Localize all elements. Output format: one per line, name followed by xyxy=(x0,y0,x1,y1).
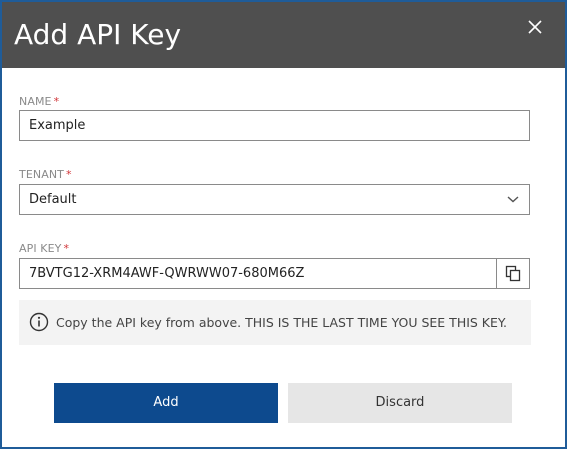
tenant-required-mark: * xyxy=(65,168,72,181)
api-key-required-mark: * xyxy=(63,242,70,255)
tenant-select[interactable]: Default xyxy=(19,184,530,215)
api-key-label: API KEY * xyxy=(19,242,69,255)
tenant-label-text: TENANT xyxy=(19,168,64,181)
api-key-field[interactable]: 7BVTG12-XRM4AWF-QWRWW07-680M66Z xyxy=(19,258,497,289)
api-key-label-text: API KEY xyxy=(19,242,62,255)
notice-text: Copy the API key from above. THIS IS THE… xyxy=(56,315,507,330)
dialog-header: Add API Key xyxy=(2,2,565,68)
info-icon xyxy=(29,312,49,332)
name-label-text: NAME xyxy=(19,95,52,108)
tenant-label: TENANT * xyxy=(19,168,72,181)
discard-button[interactable]: Discard xyxy=(288,383,512,423)
add-button[interactable]: Add xyxy=(54,383,278,423)
close-icon xyxy=(528,20,542,34)
chevron-down-icon xyxy=(507,196,519,203)
name-required-mark: * xyxy=(53,95,60,108)
name-label: NAME * xyxy=(19,95,59,108)
copy-api-key-button[interactable] xyxy=(496,258,530,289)
add-api-key-dialog: Add API Key NAME* TENANT* Default API KE… xyxy=(0,0,567,449)
copy-icon xyxy=(505,265,521,282)
api-key-value[interactable]: 7BVTG12-XRM4AWF-QWRWW07-680M66Z xyxy=(29,259,304,288)
warning-notice: Copy the API key from above. THIS IS THE… xyxy=(19,300,531,345)
name-field[interactable] xyxy=(19,110,530,141)
tenant-selected-value: Default xyxy=(29,192,77,207)
name-input[interactable] xyxy=(29,111,519,140)
dialog-title: Add API Key xyxy=(14,18,182,51)
close-button[interactable] xyxy=(524,16,546,38)
